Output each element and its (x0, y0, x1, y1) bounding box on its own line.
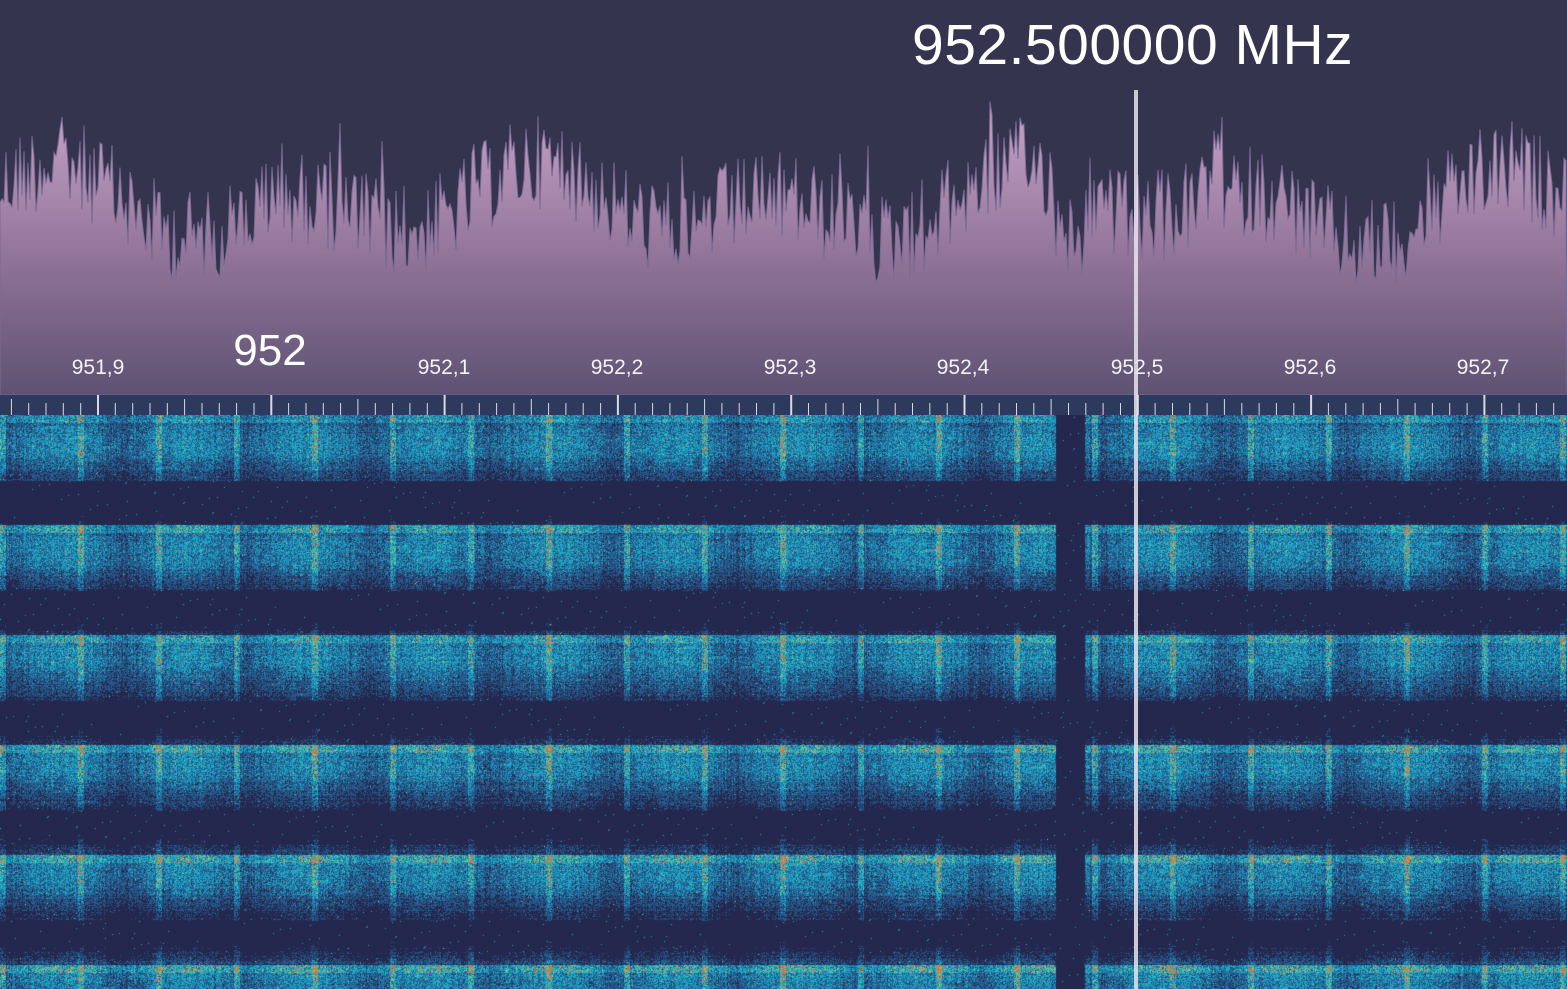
axis-label-major: 952 (233, 326, 307, 375)
waterfall-display[interactable] (0, 415, 1567, 989)
axis-label: 951,9 (71, 356, 125, 379)
axis-label: 952,2 (590, 356, 644, 379)
spectrum-panel[interactable]: 951,9 952 952,1 952,2 952,3 952,4 952,5 … (0, 0, 1567, 395)
axis-label: 952,7 (1456, 356, 1510, 379)
center-frequency-readout[interactable]: 952.500000 MHz (912, 12, 1353, 78)
axis-label: 952,6 (1283, 356, 1337, 379)
tuning-cursor[interactable] (1134, 90, 1138, 989)
waterfall-canvas (0, 415, 1567, 989)
sdr-viewer: 951,9 952 952,1 952,2 952,3 952,4 952,5 … (0, 0, 1567, 989)
axis-label: 952,1 (417, 356, 471, 379)
frequency-tick-scale (0, 395, 1567, 415)
tick-marks (10, 395, 1555, 415)
axis-label: 952,4 (936, 356, 990, 379)
axis-label: 952,3 (763, 356, 817, 379)
